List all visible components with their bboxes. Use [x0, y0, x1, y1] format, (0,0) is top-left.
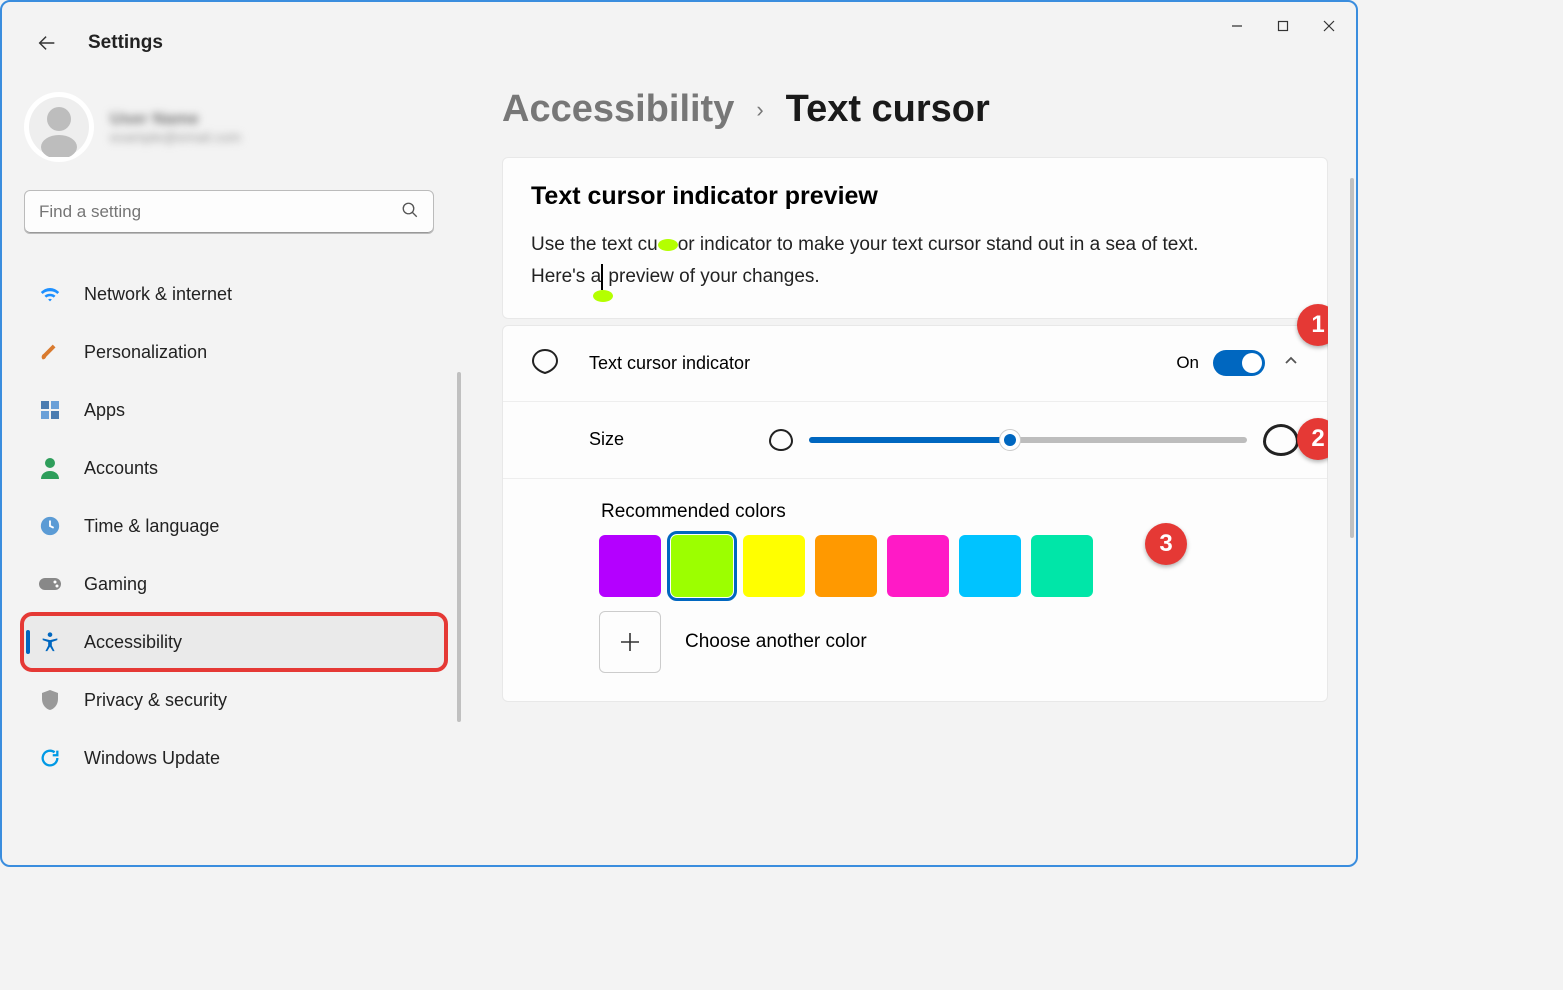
cursor-bottom-indicator	[593, 290, 613, 302]
color-swatch-6[interactable]	[1031, 535, 1093, 597]
sidebar-item-personalization[interactable]: Personalization	[24, 326, 444, 378]
accessibility-icon	[38, 630, 62, 654]
text-caret	[601, 264, 603, 290]
sidebar-item-label: Accessibility	[84, 632, 182, 653]
preview-text: Use the text cuor indicator to make your…	[531, 229, 1231, 294]
indicator-toggle[interactable]	[1213, 350, 1265, 376]
sidebar-item-network-internet[interactable]: Network & internet	[24, 268, 444, 320]
size-label: Size	[589, 429, 769, 450]
size-max-icon	[1263, 424, 1299, 456]
apps-icon	[38, 398, 62, 422]
sidebar-item-gaming[interactable]: Gaming	[24, 558, 444, 610]
size-min-icon	[769, 429, 793, 451]
chevron-up-icon[interactable]	[1283, 353, 1299, 374]
sidebar-item-label: Network & internet	[84, 284, 232, 305]
colors-label: Recommended colors	[601, 501, 1299, 523]
update-icon	[38, 746, 62, 770]
person-icon	[38, 456, 62, 480]
sidebar-scrollbar[interactable]	[457, 372, 461, 722]
indicator-state: On	[1176, 353, 1199, 373]
settings-window: Settings User Name example@email.com Net…	[0, 0, 1358, 867]
sidebar-item-label: Apps	[84, 400, 125, 421]
colors-section: Recommended colors Choose another color …	[503, 478, 1327, 701]
choose-color-label: Choose another color	[685, 631, 867, 653]
close-button[interactable]	[1306, 6, 1352, 46]
color-swatch-3[interactable]	[815, 535, 877, 597]
sidebar-item-windows-update[interactable]: Windows Update	[24, 732, 444, 784]
sidebar-item-accounts[interactable]: Accounts	[24, 442, 444, 494]
user-profile[interactable]: User Name example@email.com	[24, 92, 444, 162]
annotation-2: 2	[1297, 418, 1328, 460]
size-slider-wrap	[769, 424, 1299, 456]
choose-color-button[interactable]	[599, 611, 661, 673]
size-slider[interactable]	[809, 437, 1247, 443]
color-swatch-0[interactable]	[599, 535, 661, 597]
user-name: User Name	[110, 109, 241, 129]
indicator-label: Text cursor indicator	[589, 353, 1176, 374]
color-swatch-4[interactable]	[887, 535, 949, 597]
maximize-button[interactable]	[1260, 6, 1306, 46]
indicator-row[interactable]: Text cursor indicator On 1	[503, 326, 1327, 401]
sidebar-item-apps[interactable]: Apps	[24, 384, 444, 436]
minimize-button[interactable]	[1214, 6, 1260, 46]
indicator-icon	[531, 348, 567, 379]
sidebar-item-label: Personalization	[84, 342, 207, 363]
color-swatch-1[interactable]	[671, 535, 733, 597]
sidebar-item-label: Time & language	[84, 516, 219, 537]
search-icon	[401, 201, 419, 224]
header: Settings	[30, 26, 163, 60]
size-row: Size 2	[503, 401, 1327, 478]
sidebar-item-label: Gaming	[84, 574, 147, 595]
cursor-top-indicator	[658, 239, 678, 251]
sidebar-item-label: Privacy & security	[84, 690, 227, 711]
sidebar-item-time-language[interactable]: Time & language	[24, 500, 444, 552]
sidebar-nav: Network & internet Personalization Apps Acc…	[24, 268, 444, 784]
settings-card: Text cursor indicator On 1 Size	[502, 325, 1328, 702]
main-scrollbar[interactable]	[1350, 178, 1354, 538]
sidebar-item-privacy-security[interactable]: Privacy & security	[24, 674, 444, 726]
sidebar: User Name example@email.com Network & in…	[24, 92, 444, 784]
user-email: example@email.com	[110, 129, 241, 145]
sidebar-item-label: Accounts	[84, 458, 158, 479]
search-input[interactable]	[39, 202, 401, 222]
gamepad-icon	[38, 572, 62, 596]
window-titlebar	[2, 2, 1356, 50]
chevron-right-icon: ›	[756, 97, 763, 123]
color-swatch-5[interactable]	[959, 535, 1021, 597]
clock-icon	[38, 514, 62, 538]
color-swatches	[599, 535, 1299, 597]
preview-card: Text cursor indicator preview Use the te…	[502, 157, 1328, 319]
sidebar-item-accessibility[interactable]: Accessibility	[24, 616, 444, 668]
preview-heading: Text cursor indicator preview	[531, 182, 1299, 211]
color-swatch-2[interactable]	[743, 535, 805, 597]
slider-thumb[interactable]	[999, 429, 1021, 451]
app-title: Settings	[88, 32, 163, 54]
annotation-3: 3	[1145, 523, 1187, 565]
main-content: Accessibility › Text cursor Text cursor …	[502, 88, 1328, 853]
breadcrumb-current: Text cursor	[786, 88, 990, 131]
wifi-icon	[38, 282, 62, 306]
breadcrumb-parent[interactable]: Accessibility	[502, 88, 734, 131]
back-button[interactable]	[30, 26, 64, 60]
search-box[interactable]	[24, 190, 434, 234]
shield-icon	[38, 688, 62, 712]
brush-icon	[38, 340, 62, 364]
user-info: User Name example@email.com	[110, 109, 241, 145]
avatar	[24, 92, 94, 162]
sidebar-item-label: Windows Update	[84, 748, 220, 769]
breadcrumb: Accessibility › Text cursor	[502, 88, 1328, 131]
annotation-1: 1	[1297, 304, 1328, 346]
